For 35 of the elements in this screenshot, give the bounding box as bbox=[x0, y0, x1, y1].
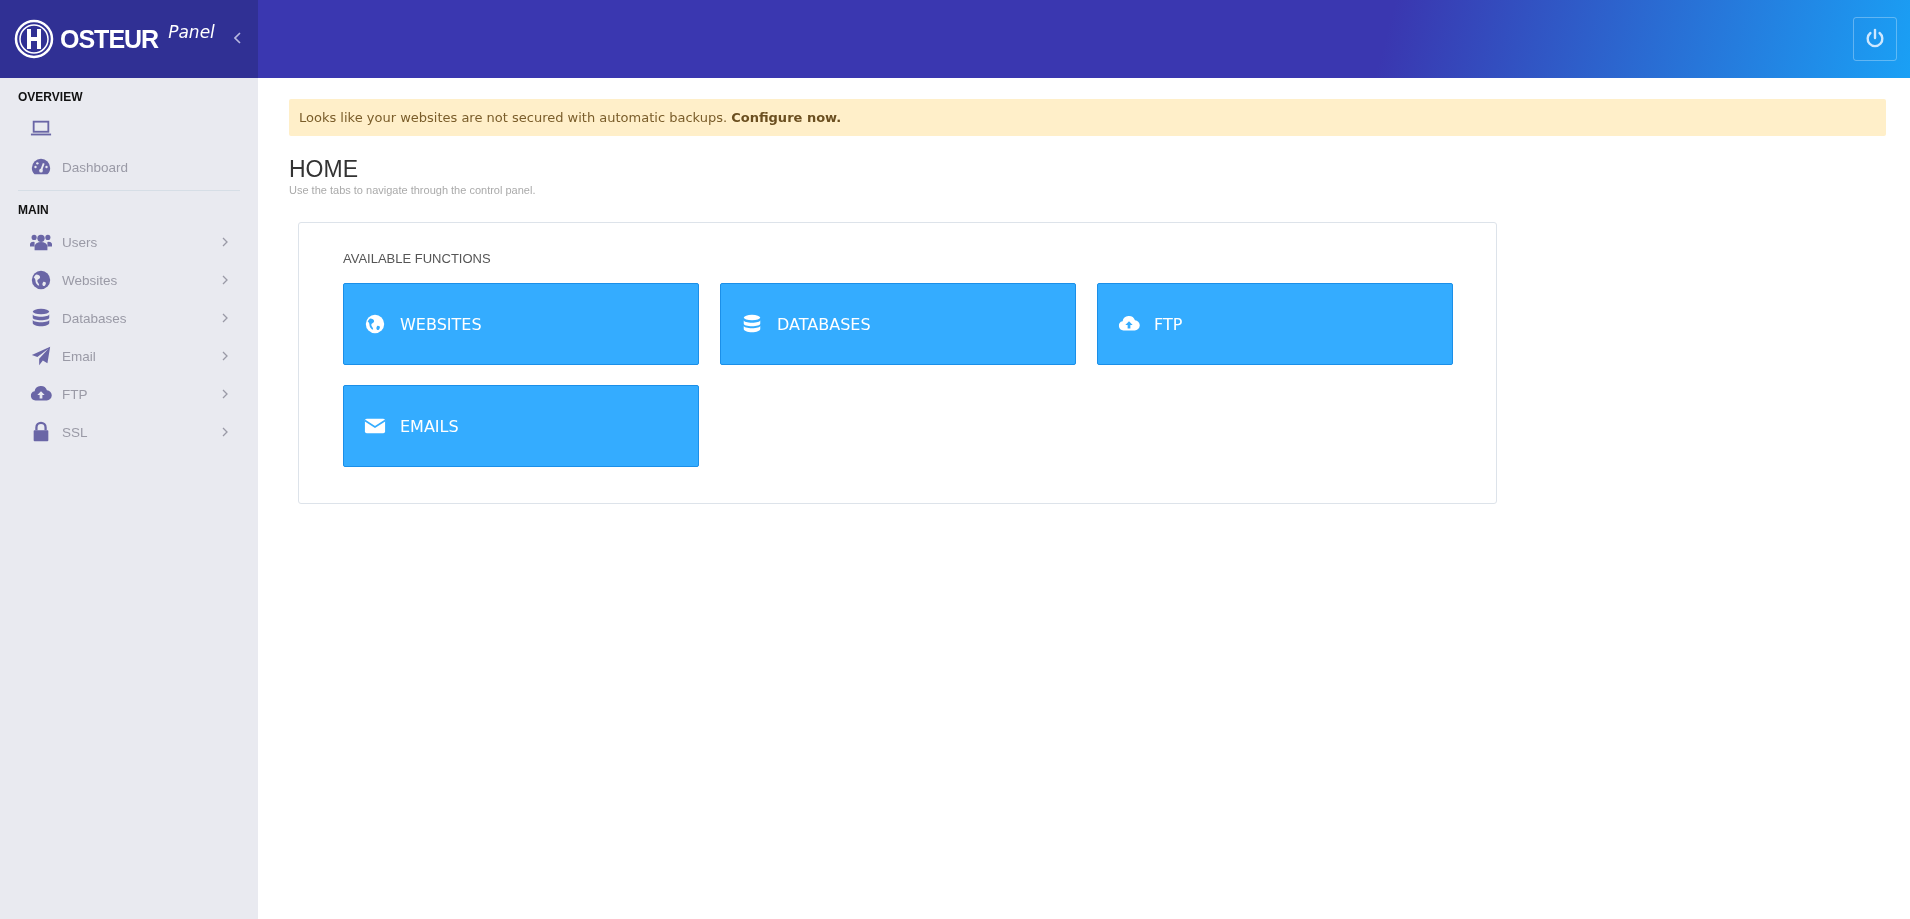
configure-link[interactable]: Configure now. bbox=[731, 110, 842, 125]
logo-icon bbox=[14, 19, 54, 59]
logo-text: OSTEUR bbox=[60, 24, 159, 54]
sidebar-section-title: OVERVIEW bbox=[17, 89, 84, 106]
logo-subtitle: Panel bbox=[168, 22, 215, 42]
chevron-right-icon[interactable] bbox=[222, 389, 228, 399]
function-button[interactable]: FTP bbox=[1097, 283, 1453, 365]
sidebar-item[interactable]: FTP bbox=[62, 386, 88, 402]
collapse-chevron-icon[interactable] bbox=[234, 32, 242, 44]
chevron-right-icon[interactable] bbox=[222, 275, 228, 285]
power-button[interactable] bbox=[1853, 17, 1897, 61]
chevron-right-icon[interactable] bbox=[222, 351, 228, 361]
function-button[interactable]: EMAILS bbox=[343, 385, 699, 467]
card-title: AVAILABLE FUNCTIONS bbox=[343, 251, 492, 266]
globe-icon bbox=[30, 269, 52, 291]
chevron-right-icon[interactable] bbox=[222, 427, 228, 437]
sidebar-item[interactable]: SSL bbox=[62, 424, 88, 440]
paper-plane-icon bbox=[30, 345, 52, 367]
sidebar-item[interactable]: Websites bbox=[62, 272, 118, 288]
sidebar-item[interactable]: Dashboard bbox=[62, 159, 129, 175]
database-icon bbox=[30, 307, 52, 329]
page-subtitle: Use the tabs to navigate through the control panel. bbox=[289, 184, 537, 196]
chevron-right-icon[interactable] bbox=[222, 237, 228, 247]
page-title: HOME bbox=[289, 156, 359, 183]
backup-alert: Looks like your websites are not secured with automatic backups. Configure now. bbox=[289, 99, 1886, 136]
chevron-right-icon[interactable] bbox=[222, 313, 228, 323]
power-icon bbox=[1864, 28, 1886, 50]
function-button[interactable]: DATABASES bbox=[720, 283, 1076, 365]
sidebar-item[interactable]: Email bbox=[62, 348, 96, 364]
globe-icon bbox=[364, 313, 386, 335]
database-icon bbox=[741, 313, 763, 335]
function-button[interactable]: WEBSITES bbox=[343, 283, 699, 365]
sidebar-section-title: MAIN bbox=[17, 202, 50, 219]
sidebar-item[interactable]: Users bbox=[62, 234, 98, 250]
sidebar-item[interactable]: Databases bbox=[62, 310, 127, 326]
